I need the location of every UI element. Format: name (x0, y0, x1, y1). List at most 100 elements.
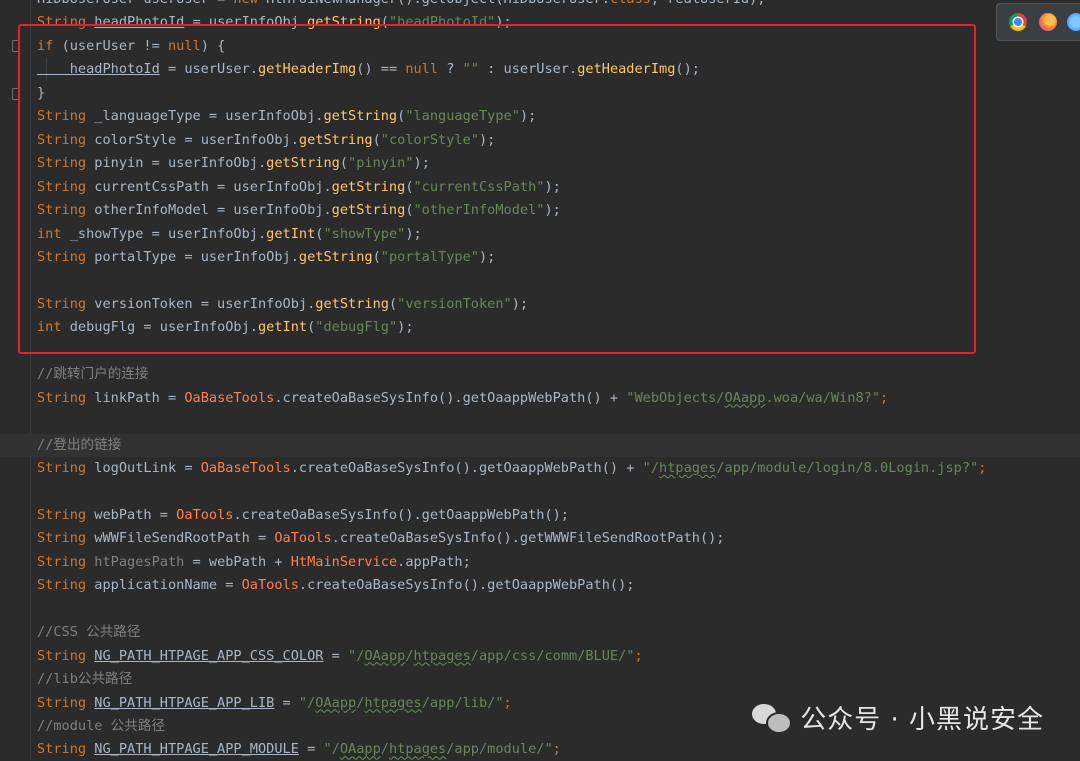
code-token: htpages (659, 460, 717, 476)
code-line[interactable]: String _languageType = userInfoObj.getSt… (0, 105, 1080, 128)
code-token: ( (388, 295, 398, 312)
code-token: _languageType = userInfoObj. (94, 108, 324, 125)
code-token: = webPath + (184, 553, 291, 570)
code-line[interactable]: int _showType = userInfoObj.getInt("show… (0, 223, 1080, 246)
code-token: ; (552, 741, 561, 758)
code-token: if (37, 37, 62, 54)
code-line[interactable]: String headPhotoId = userInfoObj.getStri… (0, 11, 1080, 34)
code-token: getString (266, 155, 340, 172)
code-token: OAapp (339, 741, 381, 758)
code-line[interactable] (0, 410, 1080, 433)
code-token: /app/module/login/8.0Login.jsp?" (716, 460, 979, 476)
code-token: debugFlg = userInfoObj. (69, 319, 258, 336)
code-line-text: String webPath = OaTools.createOaBaseSys… (37, 504, 569, 527)
code-line[interactable]: String applicationName = OaTools.createO… (0, 574, 1080, 597)
code-line[interactable]: String colorStyle = userInfoObj.getStrin… (0, 129, 1080, 152)
code-line[interactable]: String NG_PATH_HTPAGE_APP_MODULE = "/OAa… (0, 738, 1080, 761)
code-line[interactable]: String currentCssPath = userInfoObj.getS… (0, 176, 1080, 199)
code-line[interactable] (0, 480, 1080, 503)
code-line-text: String logOutLink = OaBaseTools.createOa… (37, 457, 986, 480)
code-token: ); (478, 131, 496, 148)
chrome-icon[interactable] (1009, 13, 1027, 31)
code-token: OAapp (315, 694, 357, 711)
code-line[interactable]: String otherInfoModel = userInfoObj.getS… (0, 199, 1080, 222)
code-token: () == (356, 61, 406, 78)
code-line[interactable]: String logOutLink = OaBaseTools.createOa… (0, 457, 1080, 480)
code-line-text: String portalType = userInfoObj.getStrin… (37, 246, 495, 269)
code-token: linkPath = (94, 389, 185, 406)
code-token: ().getObject( (397, 0, 503, 7)
code-token: String (37, 694, 95, 711)
code-token: null (167, 37, 201, 54)
code-token: OaBaseTools (200, 460, 291, 476)
code-line[interactable] (0, 340, 1080, 363)
code-line[interactable]: //CSS 公共路径 (0, 621, 1080, 644)
code-token: HtHrUiNewManager (266, 0, 397, 7)
code-token: ( (372, 248, 381, 265)
code-token: "/ (642, 460, 660, 476)
code-token: "pinyin" (348, 155, 414, 172)
code-token: //跳转门户的连接 (37, 366, 149, 383)
code-line-text: String NG_PATH_HTPAGE_APP_CSS_COLOR = "/… (37, 645, 643, 668)
code-token: String (37, 248, 95, 265)
code-token: "otherInfoModel" (413, 202, 545, 219)
code-token: ( (372, 131, 381, 148)
code-token: : userUser. (487, 61, 578, 78)
code-token: /app/css/comm/BLUE/" (470, 647, 635, 664)
code-token: .woa/wa/Win8?" (765, 389, 880, 406)
code-token: String (37, 155, 95, 172)
code-token: "portalType" (380, 248, 479, 265)
code-line[interactable]: String versionToken = userInfoObj.getStr… (0, 293, 1080, 316)
code-token: getInt (258, 319, 308, 336)
code-token: .createOaBaseSysInfo().getOaappWebPath()… (298, 577, 635, 594)
code-token: //登出的链接 (37, 436, 122, 453)
code-line[interactable]: String webPath = OaTools.createOaBaseSys… (0, 504, 1080, 527)
code-token: webPath = (94, 506, 177, 523)
code-token: / (380, 741, 389, 758)
code-token: ) { (200, 37, 226, 54)
code-line[interactable]: //跳转门户的连接 (0, 363, 1080, 386)
code-token: //CSS 公共路径 (37, 624, 141, 641)
safari-icon[interactable] (1067, 13, 1080, 31)
code-line[interactable]: } (0, 82, 1080, 105)
code-line-text: //CSS 公共路径 (37, 621, 140, 644)
code-line[interactable]: String portalType = userInfoObj.getStrin… (0, 246, 1080, 269)
code-line[interactable] (0, 598, 1080, 621)
code-token: getString (323, 108, 398, 125)
code-editor[interactable]: HiDbUserUser userUser = new HtHrUiNewMan… (0, 0, 1080, 760)
firefox-icon[interactable] (1039, 13, 1057, 31)
code-line[interactable]: int debugFlg = userInfoObj.getInt("debug… (0, 316, 1080, 339)
code-line[interactable]: if (userUser != null) { (0, 35, 1080, 58)
code-token: "versionToken" (397, 295, 512, 312)
code-line-text: if (userUser != null) { (37, 35, 225, 58)
code-line-text: String NG_PATH_HTPAGE_APP_LIB = "/OAapp /… (37, 692, 512, 715)
code-token: ); (495, 14, 512, 31)
code-line[interactable]: //登出的链接 (0, 433, 1080, 457)
code-token: String (37, 14, 95, 31)
code-token: ( (405, 178, 414, 195)
code-token: ; (978, 460, 987, 476)
code-line-text: String currentCssPath = userInfoObj.getS… (37, 176, 561, 199)
code-token: otherInfoModel = userInfoObj. (94, 202, 332, 219)
code-token: versionToken = userInfoObj. (94, 295, 316, 312)
code-line[interactable]: headPhotoId = userUser.getHeaderImg() ==… (0, 58, 1080, 82)
code-line[interactable]: String linkPath = OaBaseTools.createOaBa… (0, 387, 1080, 410)
code-line[interactable]: String htPagesPath = webPath + HtMainSer… (0, 551, 1080, 574)
wechat-icon (752, 702, 793, 734)
browser-preview-bar (996, 3, 1080, 41)
code-token: String (37, 389, 95, 406)
code-token: ); (511, 295, 529, 312)
code-line[interactable]: //lib公共路径 (0, 668, 1080, 691)
code-line[interactable] (0, 269, 1080, 292)
code-line-text: String versionToken = userInfoObj.getStr… (37, 293, 528, 316)
code-line[interactable]: String pinyin = userInfoObj.getString("p… (0, 152, 1080, 175)
code-token: ); (397, 319, 414, 336)
code-token: HtMainService (290, 553, 398, 570)
code-line[interactable]: String NG_PATH_HTPAGE_APP_CSS_COLOR = "/… (0, 645, 1080, 668)
code-token: "languageType" (405, 108, 520, 125)
code-token: getHeaderImg (577, 61, 676, 78)
code-token: int (37, 225, 70, 242)
code-line[interactable]: String wWWFileSendRootPath = OaTools.cre… (0, 527, 1080, 550)
code-token: OAapp (364, 647, 406, 664)
code-line[interactable]: HiDbUserUser userUser = new HtHrUiNewMan… (0, 0, 1080, 11)
